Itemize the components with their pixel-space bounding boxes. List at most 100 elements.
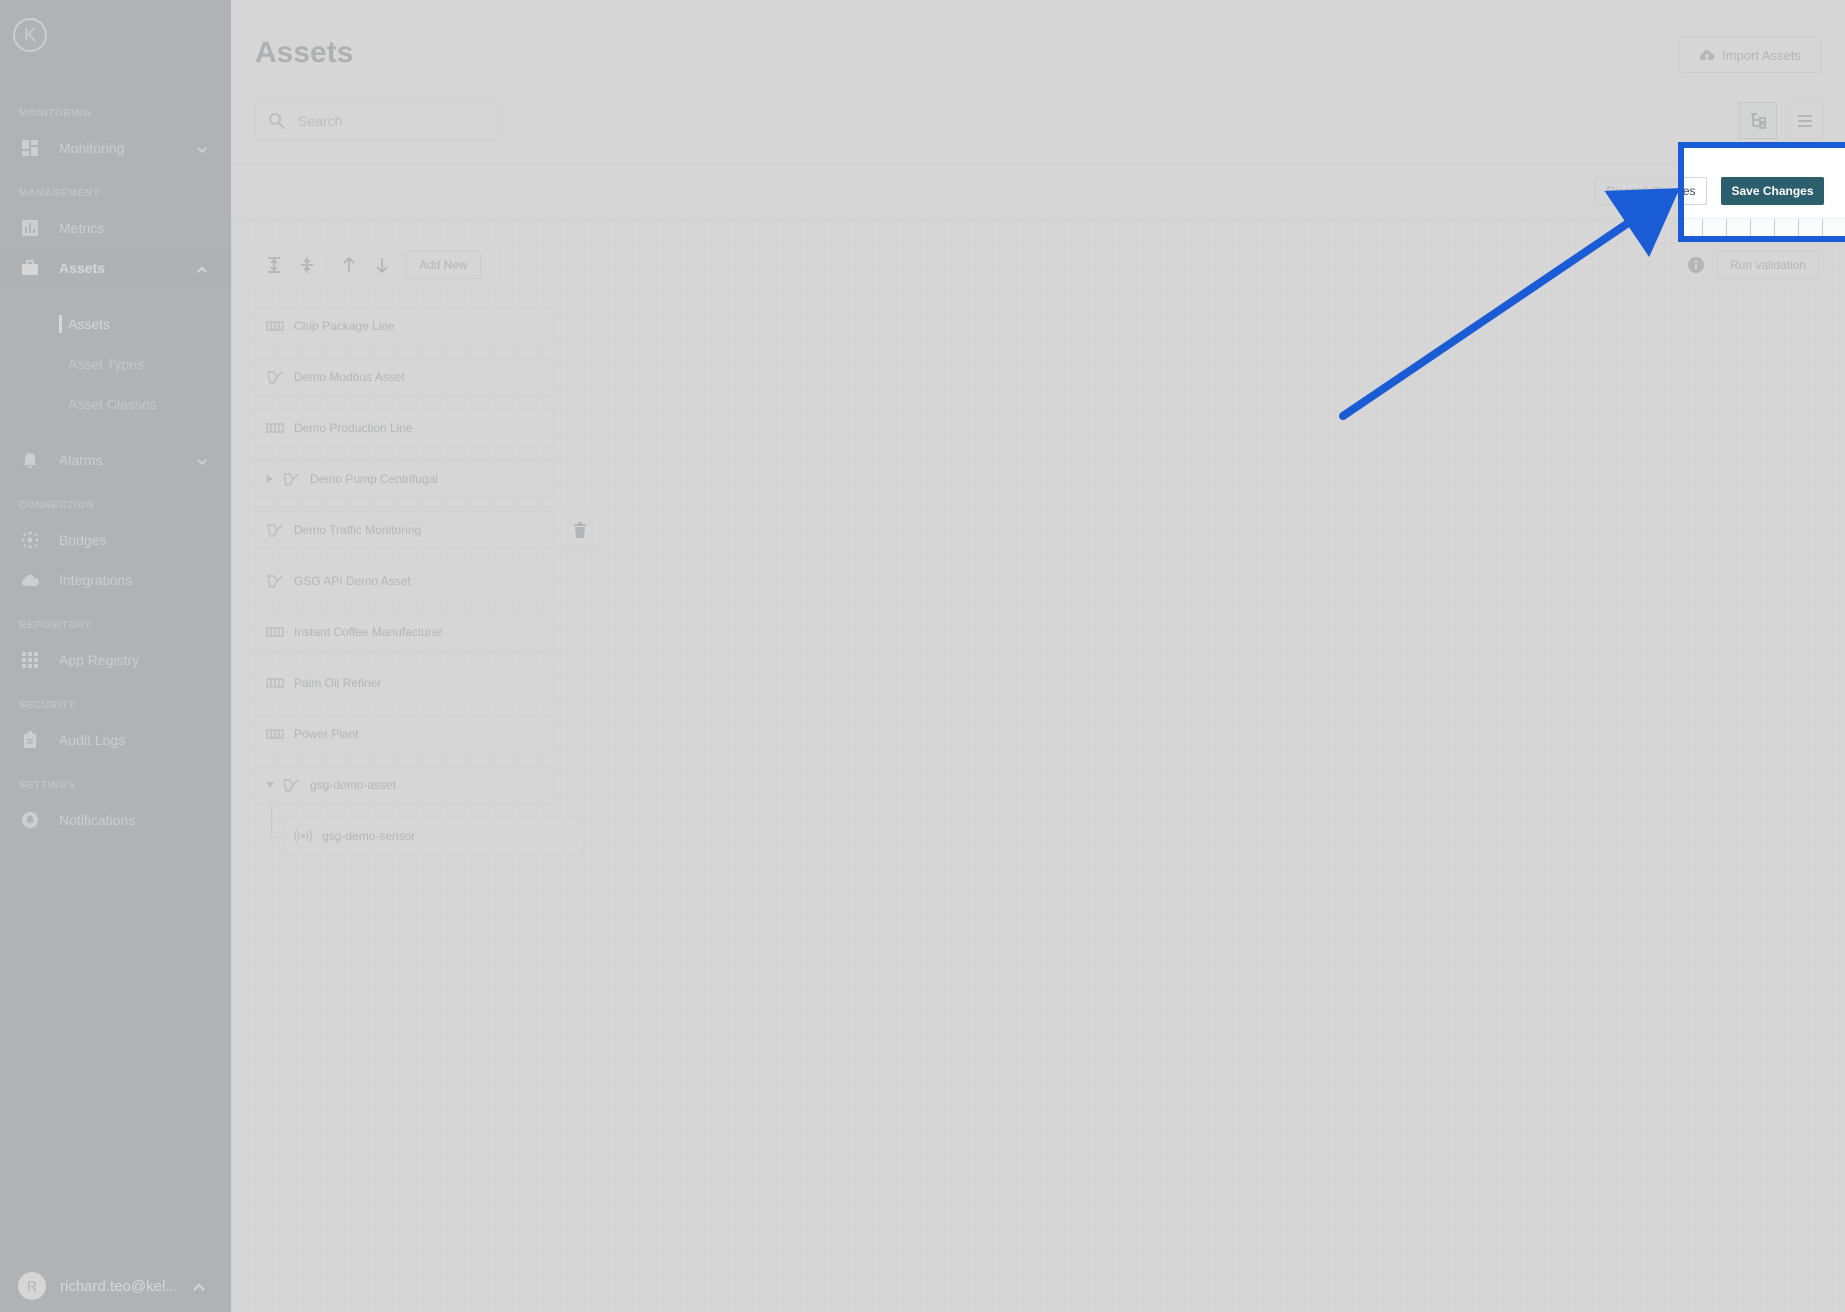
section-label-management: MANAGEMENT [19,188,100,199]
sidebar-item-integrations[interactable]: Integrations [0,560,231,600]
tree-toolbar: Add New [255,245,499,285]
main-content: Assets Import Assets Discard Changes Sav… [231,0,1845,1312]
asset-row[interactable]: Power Plant [255,715,555,753]
avatar: R [18,1272,46,1300]
alarm-bell-icon [21,451,39,469]
run-validation-button[interactable]: Run validation [1717,251,1820,279]
move-up-icon[interactable] [335,251,363,279]
section-label-monitoring: MONITORING [19,108,92,119]
toolbar-separator [325,254,326,276]
chevron-down-icon[interactable] [197,142,207,154]
production-line-icon [266,676,284,690]
section-label-security: SECURITY [19,700,76,711]
user-name: richard.teo@kel... [60,1277,178,1295]
asset-row[interactable]: Instant Coffee Manufacturer [255,613,555,651]
sensor-icon [294,829,312,843]
briefcase-icon [21,259,39,277]
list-view-button[interactable] [1786,102,1824,139]
sidebar-item-label: App Registry [59,652,140,668]
tree-connector [271,804,272,838]
import-assets-button[interactable]: Import Assets [1679,37,1821,73]
asset-name: gsg-demo-sensor [322,829,416,843]
trash-icon [574,522,586,538]
production-line-icon [266,727,284,741]
import-assets-label: Import Assets [1722,47,1801,63]
sidebar-item-metrics[interactable]: Metrics [0,208,231,248]
list-view-icon [1798,114,1812,127]
tree-view-button[interactable] [1739,102,1777,139]
asset-row[interactable]: GSG API Demo Asset [255,562,555,600]
move-down-icon[interactable] [368,251,396,279]
edit-bar: Discard Changes Save Changes [231,165,1845,219]
sidebar-item-monitoring[interactable]: Monitoring [0,128,231,168]
sidebar-item-bridges[interactable]: Bridges [0,520,231,560]
chevron-up-icon[interactable] [193,1281,205,1293]
sidebar-item-label: Integrations [59,572,133,588]
asset-row[interactable]: Palm Oil Refiner [255,664,555,702]
delete-asset-button[interactable] [561,511,599,549]
asset-name: Chip Package Line [294,319,395,333]
asset-icon [282,472,300,486]
sidebar: K MONITORING Monitoring MANAGEMENT Metri… [0,0,231,1312]
sidebar-item-assets[interactable]: Assets [0,248,231,288]
user-menu[interactable]: R richard.teo@kel... [18,1272,178,1300]
asset-row[interactable]: gsg-demo-sensor [283,817,583,855]
highlight-spotlight: Discard Changes Save Changes [1678,142,1845,242]
asset-row[interactable]: Demo Traffic Monitoring [255,511,555,549]
dashboard-icon [21,139,39,157]
bridge-network-icon [21,531,39,549]
sidebar-subitem-asset-classes[interactable]: Asset Classes [68,396,157,412]
sidebar-item-notifications[interactable]: Notifications [0,800,231,840]
sidebar-item-label: Alarms [59,452,103,468]
search-box[interactable] [255,102,499,139]
section-label-repository: REPOSITORY [19,620,93,631]
chevron-down-icon[interactable] [197,454,207,466]
production-line-icon [266,421,284,435]
asset-name: Demo Modbus Asset [294,370,405,384]
grid-apps-icon [21,651,39,669]
chevron-up-icon[interactable] [197,262,207,273]
sidebar-subitem-assets[interactable]: Assets [58,315,110,333]
search-icon [269,112,285,129]
app-logo[interactable]: K [13,18,47,52]
asset-name: Palm Oil Refiner [294,676,382,690]
production-line-icon [266,319,284,333]
asset-name: Demo Production Line [294,421,413,435]
expand-all-icon[interactable] [260,251,288,279]
asset-row[interactable]: gsg-demo-asset [255,766,555,804]
asset-row[interactable]: Demo Pump Centrifugal [255,460,555,498]
save-changes-button-highlight[interactable]: Save Changes [1721,177,1824,205]
asset-tree-canvas: Add New Run validation Chip Package Line… [231,219,1845,1312]
add-new-button[interactable]: Add New [406,251,481,279]
sidebar-item-label: Monitoring [59,140,125,156]
sidebar-item-label: Metrics [59,220,105,236]
production-line-icon [266,625,284,639]
asset-row[interactable]: Demo Modbus Asset [255,358,555,396]
sidebar-item-alarms[interactable]: Alarms [0,440,231,480]
caret-right-icon[interactable] [266,475,276,483]
asset-row[interactable]: Demo Production Line [255,409,555,447]
sidebar-item-label: Bridges [59,532,107,548]
sidebar-item-label: Notifications [59,812,136,828]
info-icon[interactable] [1687,256,1705,274]
cloud-icon [21,571,39,589]
tree-view-icon [1751,112,1766,129]
validation-panel: Run validation [1675,245,1825,285]
sidebar-item-label: Assets [59,260,105,276]
sidebar-subitem-asset-types[interactable]: Asset Types [68,356,144,372]
asset-icon [266,574,284,588]
tree-connector [271,837,283,838]
notification-bell-icon [21,811,39,829]
caret-down-icon[interactable] [266,781,276,789]
asset-name: Power Plant [294,727,359,741]
search-input[interactable] [296,111,490,130]
collapse-all-icon[interactable] [293,251,321,279]
asset-row[interactable]: Chip Package Line [255,307,555,345]
sidebar-item-audit-logs[interactable]: Audit Logs [0,720,231,760]
sidebar-item-app-registry[interactable]: App Registry [0,640,231,680]
page-title: Assets [255,36,354,69]
asset-name: gsg-demo-asset [310,778,397,792]
asset-name: GSG API Demo Asset [294,574,411,588]
discard-changes-button-highlight[interactable]: Discard Changes [1678,177,1707,205]
section-label-settings: SETTINGS [19,780,76,791]
